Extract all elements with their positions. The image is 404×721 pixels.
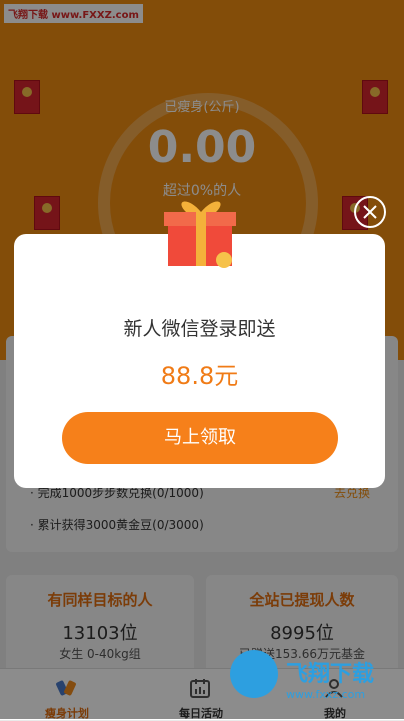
- reward-amount: 88.8元: [160, 362, 239, 390]
- modal-title: 新人微信登录即送: [123, 318, 276, 340]
- close-icon: [363, 205, 377, 219]
- brand-name: 飞翔下载: [286, 662, 375, 687]
- brand-watermark: 飞翔下载 www.fxxz.com: [230, 644, 380, 714]
- brand-url: www.fxxz.com: [286, 688, 366, 701]
- close-button[interactable]: [354, 196, 386, 228]
- claim-button[interactable]: 马上领取: [62, 412, 338, 464]
- logo-icon: [230, 650, 278, 698]
- gift-box-icon: [164, 201, 236, 268]
- login-reward-modal: 新人微信登录即送 88.8元 马上领取: [14, 234, 385, 488]
